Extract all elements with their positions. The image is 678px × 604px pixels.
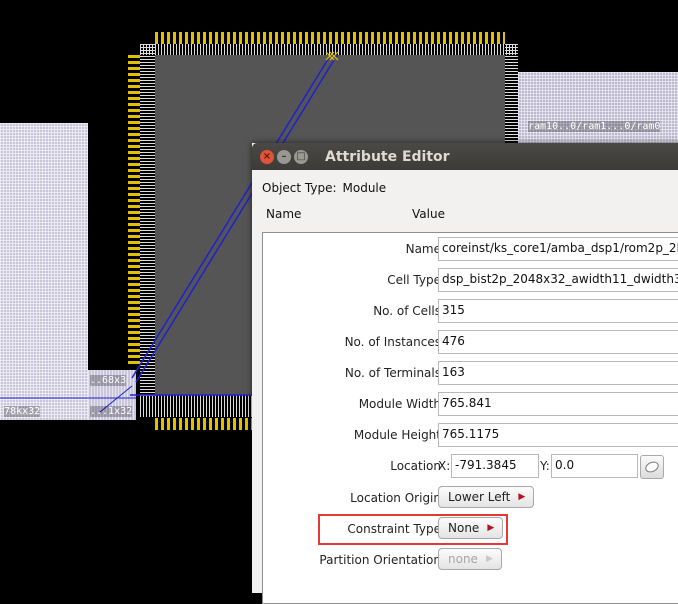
attr-label: Constraint Type — [347, 522, 441, 536]
attr-row-cell-type: Cell Type dsp_bist2p_2048x32_awidth11_dw… — [263, 268, 678, 294]
object-type-value: Module — [342, 181, 387, 195]
attr-label: Cell Type — [387, 273, 441, 287]
name-field[interactable]: coreinst/ks_core1/amba_dsp1/rom2p_2kx3 — [438, 237, 678, 261]
triangle-right-icon: ▶ — [518, 492, 526, 502]
attr-row-height: Module Height 765.1175 — [263, 423, 678, 449]
macro-label-left: 78kx32 — [4, 406, 41, 417]
dialog-title: Attribute Editor — [325, 148, 450, 165]
attr-label: Partition Orientation — [319, 553, 441, 567]
column-header-name: Name — [266, 207, 302, 221]
attr-row-width: Module Width 765.841 — [263, 392, 678, 418]
attr-label: Name — [405, 242, 441, 256]
macro-label-small-upper: ..68x3 — [90, 375, 127, 386]
attr-label: No. of Terminals — [344, 366, 441, 380]
maximize-icon[interactable]: □ — [294, 149, 308, 164]
attribute-editor-dialog: × – □ Attribute Editor Object Type: Modul… — [252, 143, 678, 604]
object-type: Object Type: Module — [262, 181, 392, 195]
constraint-type-dropdown[interactable]: None ▶ — [438, 517, 504, 539]
cell-type-field[interactable]: dsp_bist2p_2048x32_awidth11_dwidth32 — [438, 268, 678, 292]
close-icon[interactable]: × — [260, 149, 274, 164]
location-x-field[interactable]: -791.3845 — [451, 454, 539, 478]
column-header-value: Value — [412, 207, 445, 221]
pick-location-icon — [643, 459, 661, 475]
attr-label: Module Height — [353, 428, 441, 442]
constraint-type-value: None — [448, 521, 480, 535]
module-height-field[interactable]: 765.1175 — [438, 423, 678, 447]
triangle-right-icon: ▶ — [485, 554, 493, 564]
attr-row-location-origin: Location Origin Lower Left ▶ — [263, 486, 678, 512]
location-y-field[interactable]: 0.0 — [551, 454, 638, 478]
object-type-label: Object Type: — [262, 181, 337, 195]
attr-row-cells: No. of Cells 315 — [263, 299, 678, 325]
attr-label: Module Width — [358, 397, 441, 411]
attr-row-constraint-type: Constraint Type None ▶ — [263, 517, 678, 543]
attr-label: Location — [390, 459, 441, 473]
attr-row-partition-orientation: Partition Orientation none ▶ — [263, 548, 678, 574]
attr-label: No. of Cells — [373, 304, 441, 318]
partition-orientation-dropdown: none ▶ — [438, 548, 502, 570]
pick-location-button[interactable] — [640, 455, 664, 479]
attribute-panel: Name coreinst/ks_core1/amba_dsp1/rom2p_2… — [262, 232, 678, 604]
attr-row-name: Name coreinst/ks_core1/amba_dsp1/rom2p_2… — [263, 237, 678, 263]
cells-field[interactable]: 315 — [438, 299, 678, 323]
triangle-right-icon: ▶ — [487, 523, 495, 533]
terminals-field[interactable]: 163 — [438, 361, 678, 385]
attr-row-location: Location X: -791.3845 Y: 0.0 — [263, 454, 678, 480]
location-origin-value: Lower Left — [448, 490, 511, 504]
dialog-titlebar[interactable]: × – □ Attribute Editor — [252, 143, 678, 170]
attr-label: Location Origin — [350, 491, 441, 505]
attr-row-terminals: No. of Terminals 163 — [263, 361, 678, 387]
partition-orientation-value: none — [448, 552, 478, 566]
minimize-icon[interactable]: – — [277, 149, 291, 164]
attr-row-instances: No. of Instances 476 — [263, 330, 678, 356]
location-x-label: X: — [438, 459, 451, 473]
location-y-label: Y: — [540, 459, 550, 473]
instances-field[interactable]: 476 — [438, 330, 678, 354]
attr-label: No. of Instances — [344, 335, 441, 349]
module-width-field[interactable]: 765.841 — [438, 392, 678, 416]
macro-label-top-right: ram10..0/ram1...0/ram0 — [528, 121, 661, 132]
location-origin-dropdown[interactable]: Lower Left ▶ — [438, 486, 535, 508]
macro-label-small-lower: ...1x32 — [90, 406, 133, 417]
